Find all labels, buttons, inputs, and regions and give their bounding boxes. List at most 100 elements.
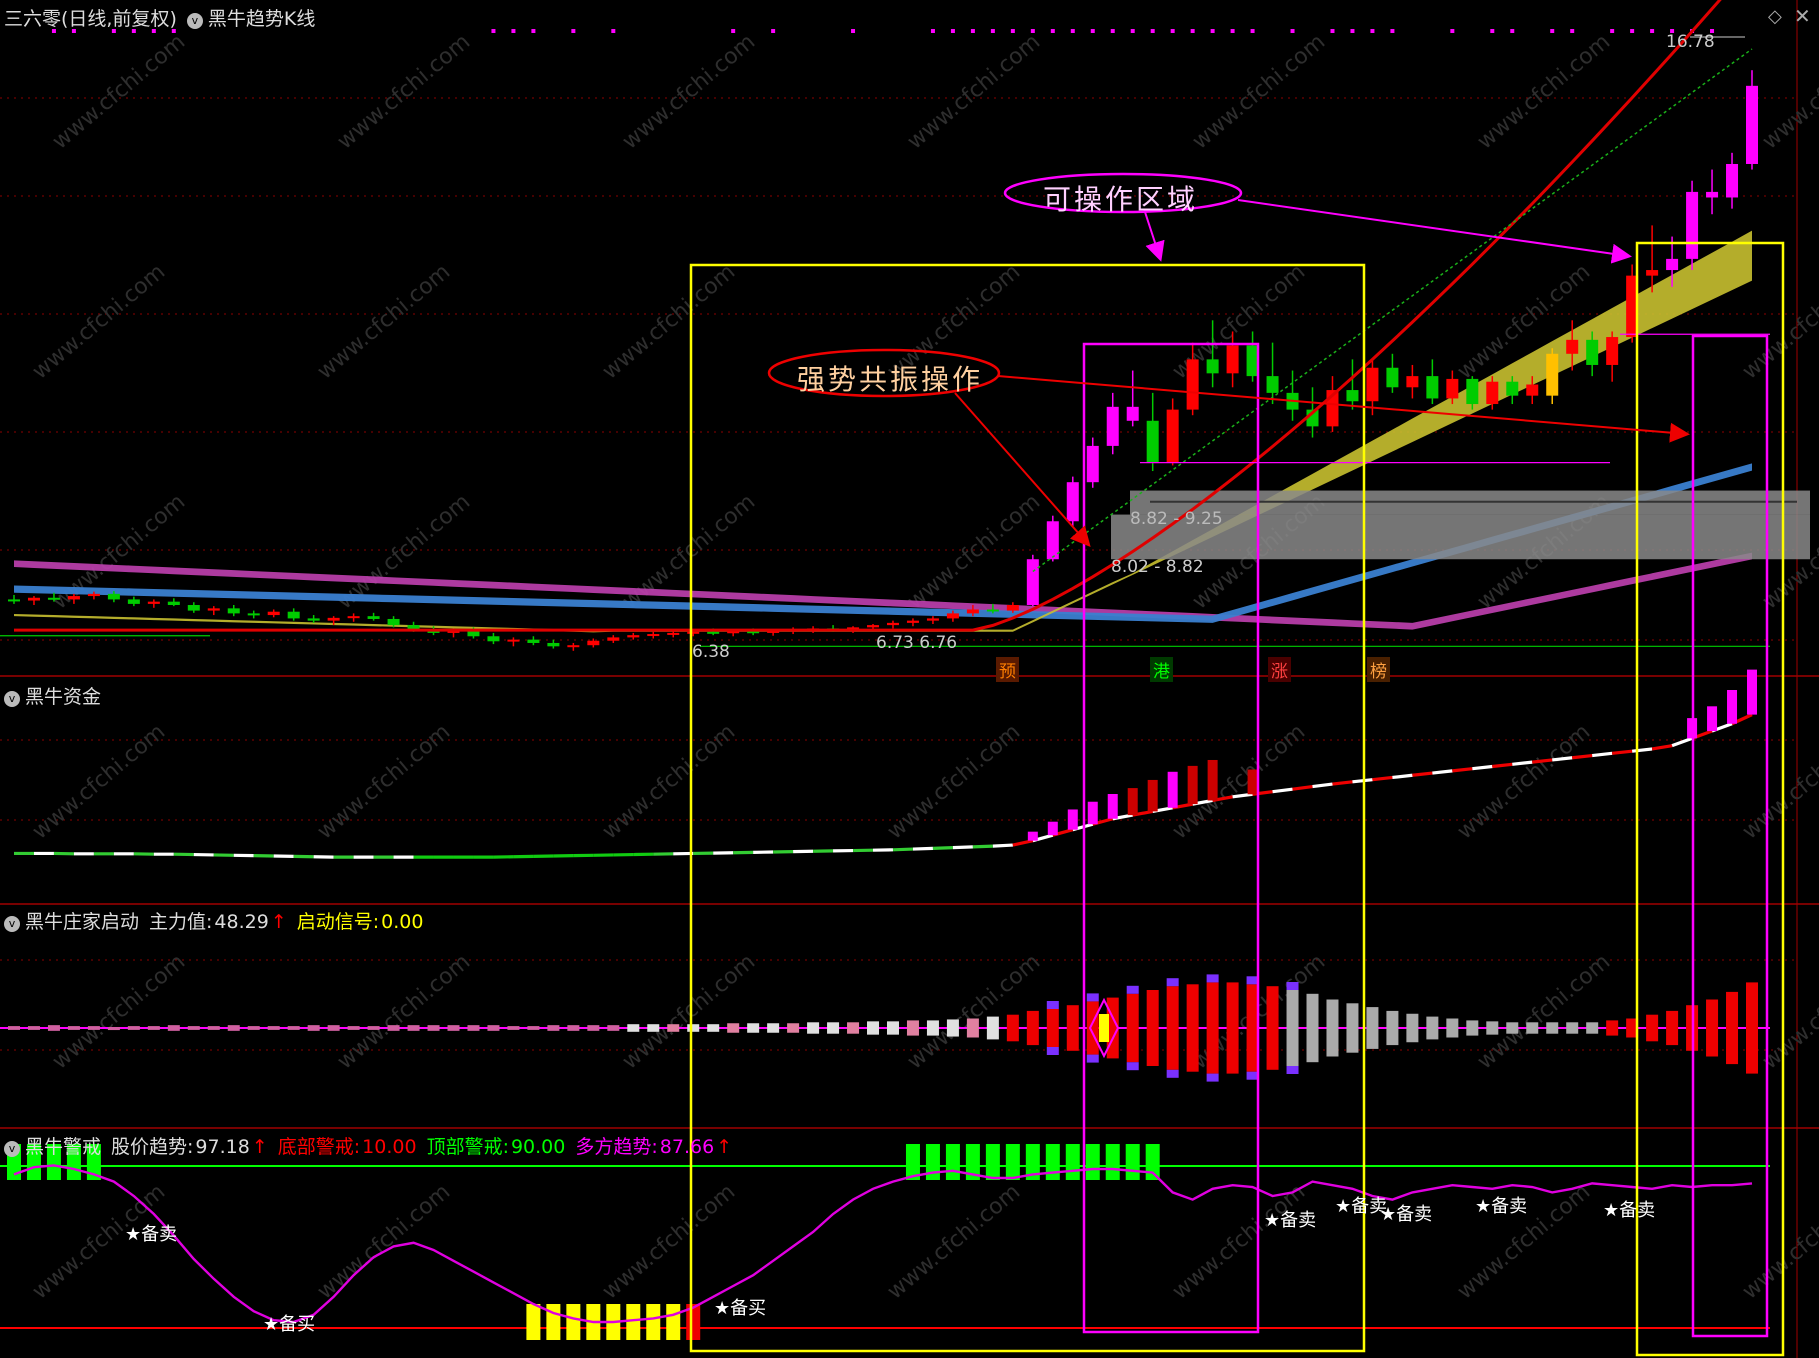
signal-dot (1110, 29, 1115, 33)
banker-bar (807, 1022, 820, 1034)
banker-bar (847, 1022, 860, 1034)
signal-dot (1010, 29, 1015, 33)
signal-dot (1090, 29, 1095, 33)
banker-bar (207, 1026, 220, 1030)
operable-zone-label: 可操作区域 (1043, 183, 1199, 216)
banker-bar (147, 1026, 160, 1030)
candle-body (287, 611, 300, 619)
banker-bar (107, 1027, 120, 1031)
signal-dot (1030, 29, 1035, 33)
money-line-segment (1512, 760, 1533, 766)
candle-body (307, 618, 320, 621)
banker-bar-cap (1206, 974, 1219, 983)
candle-body (327, 617, 340, 621)
candle-body (587, 640, 600, 646)
candle-body (127, 599, 140, 604)
signal-dot (1210, 29, 1215, 33)
signal-dot (990, 29, 995, 33)
settings-icon[interactable]: v (186, 13, 203, 29)
candle-body (1346, 390, 1359, 402)
kline-header: 三六零(日线,前复权) v 黑牛趋势K线 (4, 4, 325, 31)
signal-dot (1170, 29, 1175, 33)
signal-dot (571, 29, 576, 33)
candle-body (8, 599, 20, 602)
top-alert-bar (1045, 1144, 1060, 1180)
money-line-segment (1552, 756, 1573, 762)
signal-dot (1550, 29, 1555, 33)
money-bar (1147, 779, 1158, 812)
banker-bar (727, 1023, 740, 1033)
alert-title[interactable]: 黑牛警戒 (25, 1136, 101, 1158)
banker-bar (906, 1020, 919, 1036)
money-line-segment (1332, 780, 1353, 786)
signal-dot (1070, 29, 1075, 33)
indicator-title[interactable]: 黑牛趋势K线 (208, 8, 315, 30)
watermark-text: www.cfchi.com (333, 29, 475, 154)
candle-body (707, 631, 720, 634)
banker-bar-cap (1086, 1054, 1099, 1063)
diamond-icon[interactable]: ◇ (1768, 6, 1782, 27)
trend-value: 97.18 (195, 1136, 250, 1158)
banker-bar (87, 1026, 100, 1030)
banker-bar (1446, 1018, 1459, 1038)
candle-body (1166, 409, 1179, 463)
banker-bar (427, 1025, 440, 1031)
money-line-segment (1272, 787, 1293, 794)
stock-title[interactable]: 三六零(日线,前复权) (4, 8, 177, 30)
banker-bar (986, 1016, 999, 1040)
start-label: 启动信号: (296, 911, 380, 933)
banker-bar (966, 1018, 979, 1038)
banker-bar (1006, 1014, 1019, 1042)
money-title[interactable]: 黑牛资金 (25, 686, 101, 708)
banker-bar (1166, 986, 1179, 1070)
banker-title[interactable]: 黑牛庄家启动 (25, 911, 139, 933)
money-bar (1727, 690, 1738, 724)
money-bar (1247, 769, 1258, 795)
money-bar (1047, 821, 1058, 836)
top-alert-bar (945, 1144, 960, 1180)
candle-body (147, 601, 160, 604)
signal-dot (491, 29, 496, 33)
panel-toggle-icon[interactable]: v (4, 691, 20, 707)
candle-body (1446, 378, 1459, 399)
banker-bar (587, 1025, 600, 1031)
yellow-zone-box (689, 263, 1366, 1353)
banker-bar-cap (1166, 978, 1179, 987)
candle-body (47, 597, 60, 600)
signal-dot (1630, 29, 1635, 33)
close-icon[interactable]: ✕ (1794, 4, 1811, 28)
banker-bar-cap (1086, 993, 1099, 1002)
signal-dot (1510, 29, 1515, 33)
bottom-alert-bar (666, 1304, 681, 1340)
candle-body (67, 596, 80, 600)
candle-body (647, 634, 660, 637)
banker-bar (1326, 999, 1339, 1057)
candle-body (207, 608, 220, 611)
banker-bar-cap (1126, 1062, 1139, 1071)
watermarks: www.cfchi.com www.cfchi.com www.cfchi.com w… (28, 29, 1819, 1304)
banker-bar (1706, 999, 1719, 1057)
banker-bar (67, 1026, 80, 1030)
panel-toggle-icon[interactable]: v (4, 916, 20, 932)
watermark-text: www.cfchi.com (313, 259, 455, 384)
banker-bar (1426, 1016, 1439, 1040)
candle-body (1566, 339, 1579, 354)
watermark-text: www.cfchi.com (618, 29, 760, 154)
candle-body (87, 593, 100, 597)
banker-bar (926, 1020, 939, 1036)
banker-bar (946, 1019, 959, 1037)
signal-dot (930, 29, 935, 33)
panel-toggle-icon[interactable]: v (4, 1141, 20, 1157)
banker-bar-cap (1286, 982, 1299, 990)
banker-bar (1286, 990, 1299, 1066)
banker-bar (1646, 1014, 1659, 1042)
candle-body (1126, 406, 1139, 421)
watermark-text: www.cfchi.com (28, 259, 170, 384)
tag-gang: 港 (1150, 657, 1173, 682)
banker-panel[interactable] (0, 974, 1770, 1082)
banker-bar-cap (1046, 1001, 1059, 1009)
resonance-arrow (997, 375, 1690, 443)
banker-bar (1726, 991, 1739, 1065)
banker-bar (1466, 1020, 1479, 1036)
banker-bar (647, 1024, 660, 1032)
